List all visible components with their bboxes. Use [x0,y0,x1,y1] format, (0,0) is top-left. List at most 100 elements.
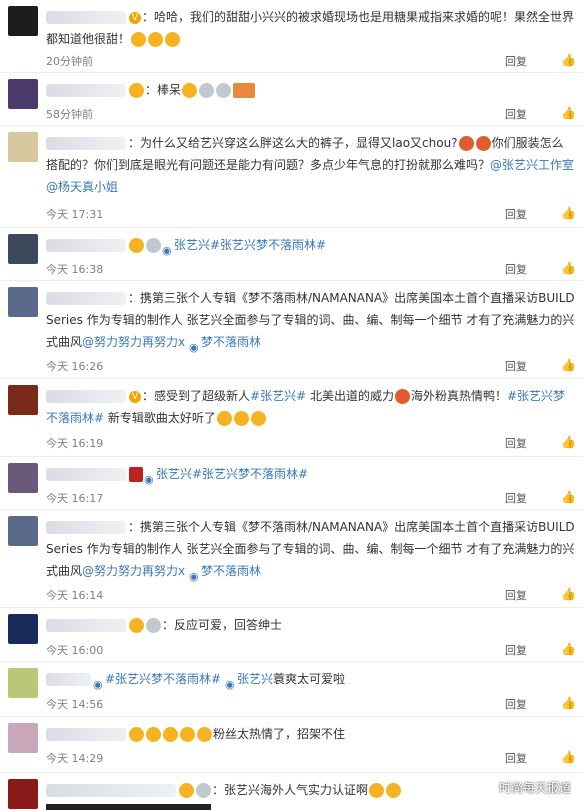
comment-meta: 58分钟前 回复 👍 [46,106,576,124]
comment-6: V ：感受到了超级新人#张艺兴# 北美出道的威力 海外粉真热情鸭！#张艺兴梦不落雨林… [0,379,583,457]
reply-button[interactable]: 回复 [505,750,527,766]
username[interactable] [46,11,126,24]
reply-button[interactable]: 回复 [505,53,527,69]
avatar[interactable] [8,234,38,264]
thumbs-up-icon[interactable]: 👍 [561,53,576,67]
timestamp: 今天 14:29 [46,752,104,765]
comment-3: ：为什么又给艺兴穿这么胖这么大的裤子，显得又lao又chou? 你们服装怎么搭配的… [0,126,583,228]
reply-button[interactable]: 回复 [505,106,527,122]
emoji-icon [179,783,194,798]
comment-meta: 今天 16:14 回复 👍 [46,587,576,605]
emoji-icon [180,727,195,742]
comment-11: 粉丝太热情了，招架不住 今天 14:29 回复 👍 [0,717,583,773]
username[interactable] [46,239,126,252]
avatar[interactable] [8,668,38,698]
thumbs-up-icon[interactable]: 👍 [561,261,576,275]
topic-link[interactable]: 张艺兴#张艺兴梦不落雨林# [174,238,326,252]
emoji-icon [386,783,402,798]
comment-body: ：棒呆 [46,79,575,101]
comment-text: 蓑爽太可爱啦 [272,672,345,686]
reply-button[interactable]: 回复 [505,206,527,222]
reply-button[interactable]: 回复 [505,642,527,658]
comment-body: ：携第三张个人专辑《梦不落雨林/NAMANANA》出席美国本土首个直播采访BUI… [46,287,575,354]
mention-link[interactable]: @杨天真小姐 [46,180,118,194]
topic-link[interactable]: 张艺兴 [237,672,273,686]
emoji-icon [475,136,491,151]
username[interactable] [46,84,126,97]
timestamp: 今天 17:31 [46,208,104,221]
username[interactable] [46,728,126,741]
comment-1: V ：哈哈，我们的甜甜小兴兴的被求婚现场也是用糖果戒指来求婚的呢！果然全世界都知道… [0,0,583,73]
emoji-icon [233,83,256,98]
avatar[interactable] [8,614,38,644]
comment-body: ◉ #张艺兴梦不落雨林# ◉ 张艺兴蓑爽太可爱啦 [46,668,575,691]
location-pin-icon: ◉ [93,677,103,691]
comment-meta: 今天 16:26 回复 👍 [46,358,576,376]
watermark: 时尚每天报道 [498,781,571,795]
username[interactable] [46,619,126,632]
emoji-icon [199,83,215,98]
username[interactable] [46,390,126,403]
comment-body: ◉ 张艺兴#张艺兴梦不落雨林# [46,463,575,486]
avatar[interactable] [8,132,38,162]
comment-meta: 今天 14:56 回复 👍 [46,696,576,714]
emoji-icon [129,467,143,482]
avatar[interactable] [8,463,38,493]
emoji-icon [146,238,161,253]
mention-link[interactable]: @张艺兴工作室 [490,158,574,172]
topic-link[interactable]: #张艺兴梦不落雨林# [105,672,221,686]
vip-badge-icon: V [129,11,141,24]
username[interactable] [46,521,126,534]
username[interactable] [46,137,126,150]
reply-button[interactable]: 回复 [505,435,527,451]
thumbs-up-icon[interactable]: 👍 [561,696,576,710]
topic-link[interactable]: 梦不落雨林 [201,564,261,578]
comment-text: 新专辑歌曲太好听了 [104,411,216,425]
avatar[interactable] [8,516,38,546]
thumbs-up-icon[interactable]: 👍 [561,642,576,656]
mention-link[interactable]: @努力努力再努力x [82,335,185,349]
comment-body: ：张艺兴海外人气实力认证啊 [46,779,575,801]
location-pin-icon: ◉ [188,340,199,354]
timestamp: 58分钟前 [46,108,93,121]
avatar[interactable] [8,779,38,809]
reply-button[interactable]: 回复 [505,261,527,277]
attached-image[interactable] [46,804,211,810]
avatar[interactable] [8,6,38,36]
emoji-icon [146,618,161,633]
reply-button[interactable]: 回复 [505,358,527,374]
username[interactable] [46,673,91,686]
avatar[interactable] [8,79,38,109]
comment-body: ◉ 张艺兴#张艺兴梦不落雨林# [46,234,575,257]
reply-button[interactable]: 回复 [505,696,527,712]
avatar[interactable] [8,385,38,415]
emoji-icon [216,83,232,98]
thumbs-up-icon[interactable]: 👍 [561,358,576,372]
emoji-icon [129,727,144,742]
topic-link[interactable]: 梦不落雨林 [201,335,261,349]
comment-8: ：携第三张个人专辑《梦不落雨林/NAMANANA》出席美国本土首个直播采访BUI… [0,510,583,608]
topic-link[interactable]: 张艺兴#张艺兴梦不落雨林# [156,467,308,481]
comment-body: ：携第三张个人专辑《梦不落雨林/NAMANANA》出席美国本土首个直播采访BUI… [46,516,575,583]
comment-10: ◉ #张艺兴梦不落雨林# ◉ 张艺兴蓑爽太可爱啦 今天 14:56 回复 👍 [0,662,583,717]
thumbs-up-icon[interactable]: 👍 [561,490,576,504]
username[interactable] [46,292,126,305]
comment-body: ：反应可爱，回答绅士 [46,614,575,636]
comment-meta: 今天 17:31 回复 👍 [46,206,576,224]
thumbs-up-icon[interactable]: 👍 [561,587,576,601]
topic-link[interactable]: #张艺兴# [250,389,306,403]
avatar[interactable] [8,723,38,753]
thumbs-up-icon[interactable]: 👍 [561,206,576,220]
avatar[interactable] [8,287,38,317]
thumbs-up-icon[interactable]: 👍 [561,106,576,120]
emoji-icon [146,727,161,742]
username[interactable] [46,468,126,481]
thumbs-up-icon[interactable]: 👍 [561,750,576,764]
emoji-icon [197,727,212,742]
reply-button[interactable]: 回复 [505,490,527,506]
reply-button[interactable]: 回复 [505,587,527,603]
mention-link[interactable]: @努力努力再努力x [82,564,185,578]
username[interactable] [46,784,176,797]
thumbs-up-icon[interactable]: 👍 [561,435,576,449]
comment-meta: 今天 16:19 回复 👍 [46,435,576,453]
